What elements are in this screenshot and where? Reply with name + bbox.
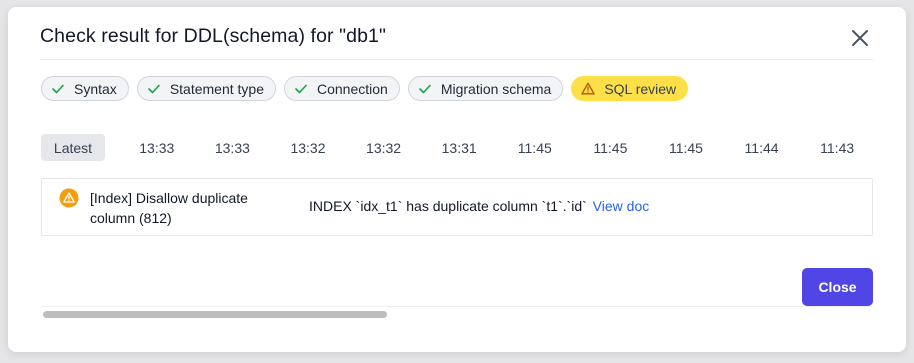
- warning-circle-icon: [59, 188, 79, 208]
- chip-migration-schema[interactable]: Migration schema: [407, 76, 564, 101]
- horizontal-scrollbar: [41, 306, 873, 320]
- check-chips: Syntax Statement type Connection Migrati…: [41, 76, 689, 101]
- chip-label: Syntax: [74, 80, 117, 97]
- timeline-item[interactable]: 11:45: [497, 134, 573, 161]
- timeline-item[interactable]: 13:32: [270, 134, 346, 161]
- chip-label: Statement type: [169, 80, 264, 97]
- close-button[interactable]: Close: [802, 268, 873, 306]
- check-history-timeline: Latest 13:33 13:33 13:32 13:32 13:31 11:…: [41, 134, 875, 161]
- timeline-item[interactable]: 11:43: [799, 134, 875, 161]
- rule-message: INDEX `idx_t1` has duplicate column `t1`…: [309, 198, 649, 214]
- timeline-item[interactable]: 11:44: [724, 134, 800, 161]
- result-row: [Index] Disallow duplicate column (812) …: [41, 178, 873, 236]
- title-divider: [40, 59, 873, 60]
- warning-icon: [581, 82, 595, 96]
- check-icon: [418, 82, 432, 96]
- timeline-item[interactable]: 13:32: [346, 134, 422, 161]
- check-icon: [294, 82, 308, 96]
- rule-title: [Index] Disallow duplicate column (812): [90, 190, 248, 226]
- chip-label: Connection: [316, 80, 388, 97]
- timeline-item[interactable]: 11:45: [573, 134, 649, 161]
- scrollbar-thumb[interactable]: [43, 311, 387, 318]
- chip-sql-review[interactable]: SQL review: [571, 76, 689, 101]
- timeline-item[interactable]: 11:45: [648, 134, 724, 161]
- check-result-dialog: Check result for DDL(schema) for "db1" S…: [8, 7, 906, 352]
- timeline-latest[interactable]: Latest: [41, 134, 105, 161]
- chip-statement-type[interactable]: Statement type: [136, 76, 276, 101]
- chip-label: Migration schema: [440, 80, 552, 97]
- rule-message-text: INDEX `idx_t1` has duplicate column `t1`…: [309, 198, 587, 214]
- timeline-item[interactable]: 13:33: [195, 134, 271, 161]
- timeline-item[interactable]: 13:33: [119, 134, 195, 161]
- chip-connection[interactable]: Connection: [283, 76, 400, 101]
- chip-syntax[interactable]: Syntax: [41, 76, 129, 101]
- check-icon: [147, 82, 161, 96]
- check-icon: [51, 82, 65, 96]
- timeline-item[interactable]: 13:31: [421, 134, 497, 161]
- close-icon[interactable]: [849, 27, 871, 49]
- chip-label: SQL review: [604, 80, 677, 97]
- dialog-title: Check result for DDL(schema) for "db1": [40, 25, 387, 47]
- view-doc-link[interactable]: View doc: [593, 198, 650, 214]
